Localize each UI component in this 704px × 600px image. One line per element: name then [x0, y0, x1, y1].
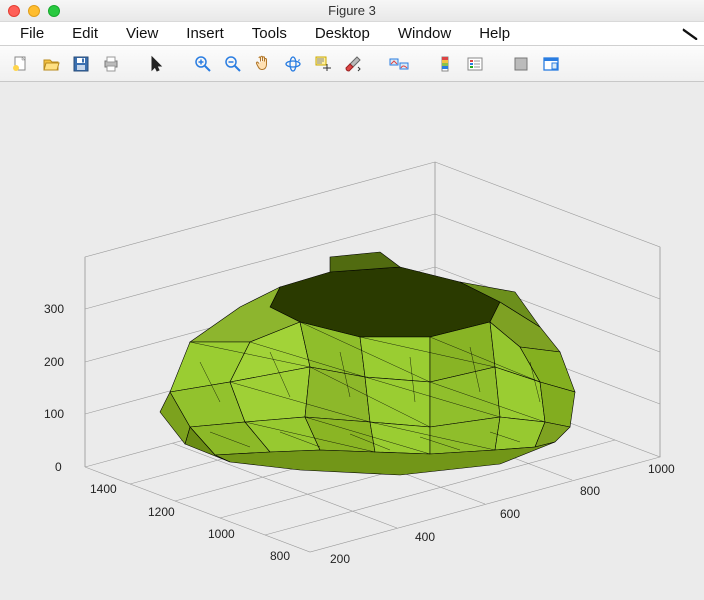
menu-desktop[interactable]: Desktop	[301, 23, 384, 44]
menu-tools[interactable]: Tools	[238, 23, 301, 44]
zoom-window-icon[interactable]	[48, 5, 60, 17]
zoom-in-icon	[194, 55, 212, 73]
link-icon	[389, 55, 409, 73]
hide-tools-button[interactable]	[508, 51, 534, 77]
save-icon	[72, 55, 90, 73]
data-cursor-icon	[314, 55, 332, 73]
zoom-out-button[interactable]	[220, 51, 246, 77]
legend-button[interactable]	[462, 51, 488, 77]
x-tick: 800	[270, 549, 290, 563]
y-tick: 600	[500, 507, 520, 521]
z-tick: 300	[44, 302, 64, 316]
y-tick: 200	[330, 552, 350, 566]
link-button[interactable]	[386, 51, 412, 77]
x-tick: 1000	[208, 527, 235, 541]
zoom-out-icon	[224, 55, 242, 73]
menu-file[interactable]: File	[6, 23, 58, 44]
toolbar	[0, 46, 704, 82]
z-tick: 0	[55, 460, 62, 474]
pan-button[interactable]	[250, 51, 276, 77]
legend-icon	[466, 55, 484, 73]
menu-window[interactable]: Window	[384, 23, 465, 44]
rotate-3d-icon	[284, 55, 302, 73]
menu-overflow-icon[interactable]	[682, 28, 698, 40]
pointer-button[interactable]	[144, 51, 170, 77]
open-icon	[42, 55, 60, 73]
mesh-surface	[160, 252, 575, 475]
menu-edit[interactable]: Edit	[58, 23, 112, 44]
rotate-3d-button[interactable]	[280, 51, 306, 77]
titlebar: Figure 3	[0, 0, 704, 22]
y-tick: 1000	[648, 462, 675, 476]
pointer-icon	[148, 55, 166, 73]
brush-icon	[344, 55, 362, 73]
brush-button[interactable]	[340, 51, 366, 77]
dock-icon	[542, 55, 560, 73]
close-icon[interactable]	[8, 5, 20, 17]
new-figure-button[interactable]	[8, 51, 34, 77]
y-tick: 800	[580, 484, 600, 498]
zoom-in-button[interactable]	[190, 51, 216, 77]
open-button[interactable]	[38, 51, 64, 77]
z-tick: 100	[44, 407, 64, 421]
pan-icon	[254, 55, 272, 73]
save-button[interactable]	[68, 51, 94, 77]
y-tick: 400	[415, 530, 435, 544]
x-tick: 1400	[90, 482, 117, 496]
menu-help[interactable]: Help	[465, 23, 524, 44]
dock-button[interactable]	[538, 51, 564, 77]
square-icon	[512, 55, 530, 73]
menu-view[interactable]: View	[112, 23, 172, 44]
x-tick: 1200	[148, 505, 175, 519]
data-cursor-button[interactable]	[310, 51, 336, 77]
figure-canvas[interactable]: 0 100 200 300 1400 1200 1000 800 200 400…	[0, 82, 704, 600]
axes-3d	[0, 82, 704, 600]
print-icon	[102, 55, 120, 73]
menu-insert[interactable]: Insert	[172, 23, 238, 44]
print-button[interactable]	[98, 51, 124, 77]
colorbar-button[interactable]	[432, 51, 458, 77]
new-icon	[12, 55, 30, 73]
colorbar-icon	[436, 55, 454, 73]
window-title: Figure 3	[0, 3, 704, 18]
minimize-icon[interactable]	[28, 5, 40, 17]
z-tick: 200	[44, 355, 64, 369]
menubar: File Edit View Insert Tools Desktop Wind…	[0, 22, 704, 46]
